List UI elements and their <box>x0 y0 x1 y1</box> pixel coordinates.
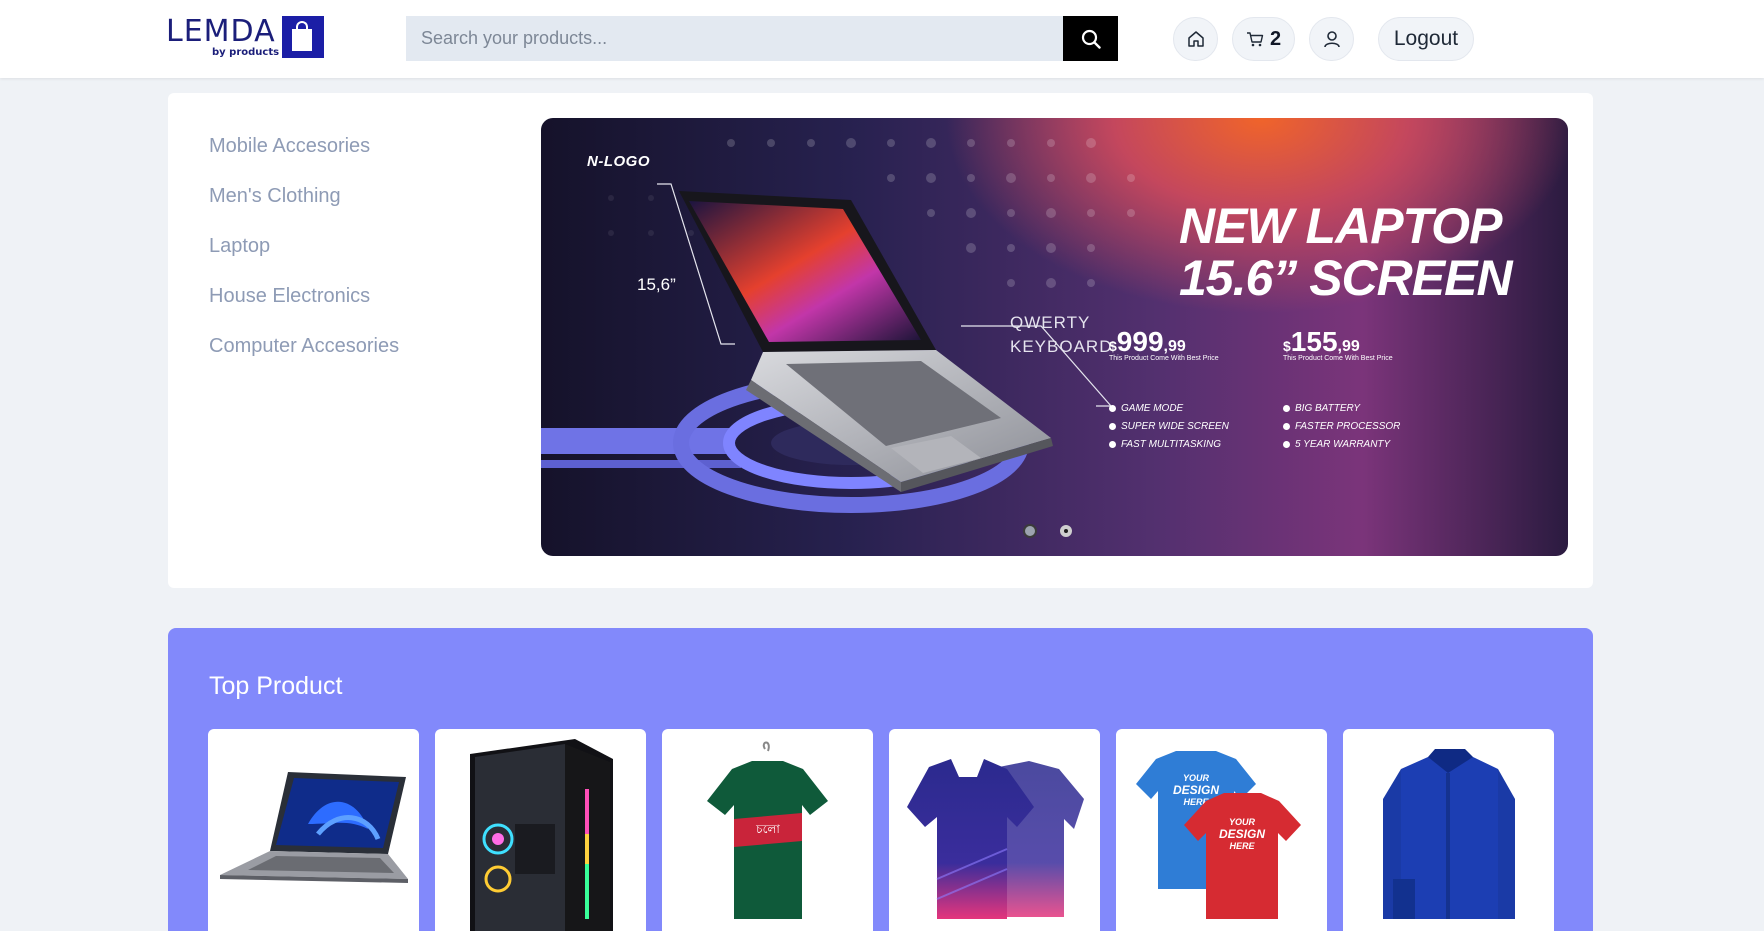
banner-screen-size: 15,6” <box>637 275 676 294</box>
banner-keyboard-label: QWERTY KEYBOARD <box>1010 313 1113 356</box>
product-card-green-tshirt[interactable]: চলো <box>662 729 873 931</box>
home-icon <box>1187 31 1204 47</box>
hero-panel: Mobile Accesories Men's Clothing Laptop … <box>168 93 1593 588</box>
category-item-house-electronics[interactable]: House Electronics <box>209 281 399 331</box>
banner-features-right: BIG BATTERY FASTER PROCESSOR 5 YEAR WARR… <box>1283 400 1400 454</box>
brand-logo[interactable]: LEMDA by products <box>166 16 326 60</box>
shopping-bag-icon <box>282 16 324 58</box>
banner-price-1-note: This Product Come With Best Price <box>1109 355 1219 362</box>
feature-item: FAST MULTITASKING <box>1109 436 1229 454</box>
banner-brand-logo: N-LOGO <box>587 153 650 170</box>
banner-price-2-note: This Product Come With Best Price <box>1283 355 1393 362</box>
laptop-product-image <box>220 772 408 883</box>
product-card-gaming-pc[interactable] <box>435 729 646 931</box>
logout-button[interactable]: Logout <box>1378 17 1474 61</box>
carousel-dot-2-active[interactable] <box>1060 525 1072 537</box>
svg-text:DESIGN: DESIGN <box>1173 783 1219 797</box>
svg-text:YOUR: YOUR <box>1229 817 1256 827</box>
green-tshirt-product-image: চলো <box>707 741 828 919</box>
product-card-polo-jersey[interactable] <box>889 729 1100 931</box>
banner-features-left: GAME MODE SUPER WIDE SCREEN FAST MULTITA… <box>1109 400 1229 454</box>
category-item-computer-accesories[interactable]: Computer Accesories <box>209 331 399 381</box>
logo-tagline: by products <box>212 47 280 58</box>
product-card-design-tshirts[interactable]: YOUR DESIGN HERE YOUR DESIGN HERE <box>1116 729 1327 931</box>
feature-item: FASTER PROCESSOR <box>1283 418 1400 436</box>
product-card-laptop[interactable] <box>208 729 419 931</box>
search-button[interactable] <box>1063 16 1118 61</box>
top-product-section: Top Product চলো YOUR DESIGN HERE YOUR DE… <box>168 628 1593 931</box>
blue-shirt-product-image <box>1383 749 1515 919</box>
feature-item: GAME MODE <box>1109 400 1229 418</box>
search-bar <box>406 16 1118 61</box>
search-input[interactable] <box>406 16 1063 61</box>
svg-text:DESIGN: DESIGN <box>1219 827 1265 841</box>
logo-name: LEMDA <box>166 14 276 49</box>
section-title: Top Product <box>209 672 343 700</box>
pc-case-product-image <box>470 739 613 931</box>
cart-icon <box>1246 32 1264 47</box>
cart-count-badge: 2 <box>1269 27 1282 50</box>
cart-button[interactable]: 2 <box>1232 17 1295 61</box>
design-tshirts-product-image: YOUR DESIGN HERE YOUR DESIGN HERE <box>1136 751 1301 919</box>
carousel-dot-1[interactable] <box>1023 524 1037 538</box>
promo-banner[interactable]: N-LOGO 15,6” QWERTY KEYBOARD NEW LAPTOP … <box>541 118 1568 556</box>
svg-text:HERE: HERE <box>1229 841 1255 851</box>
home-button[interactable] <box>1173 17 1218 61</box>
search-icon <box>1081 29 1101 49</box>
category-item-laptop[interactable]: Laptop <box>209 231 399 281</box>
category-item-mens-clothing[interactable]: Men's Clothing <box>209 181 399 231</box>
svg-text:YOUR: YOUR <box>1183 773 1210 783</box>
svg-text:চলো: চলো <box>755 822 780 836</box>
feature-item: BIG BATTERY <box>1283 400 1400 418</box>
account-button[interactable] <box>1309 17 1354 61</box>
category-list: Mobile Accesories Men's Clothing Laptop … <box>209 131 399 381</box>
feature-item: SUPER WIDE SCREEN <box>1109 418 1229 436</box>
polo-jersey-product-image <box>907 759 1084 919</box>
user-icon <box>1323 31 1340 48</box>
feature-item: 5 YEAR WARRANTY <box>1283 436 1400 454</box>
product-card-blue-shirt[interactable] <box>1343 729 1554 931</box>
site-header: LEMDA by products 2 <box>0 0 1764 78</box>
category-item-mobile-accesories[interactable]: Mobile Accesories <box>209 131 399 181</box>
banner-headline: NEW LAPTOP 15.6” SCREEN <box>1179 198 1513 306</box>
